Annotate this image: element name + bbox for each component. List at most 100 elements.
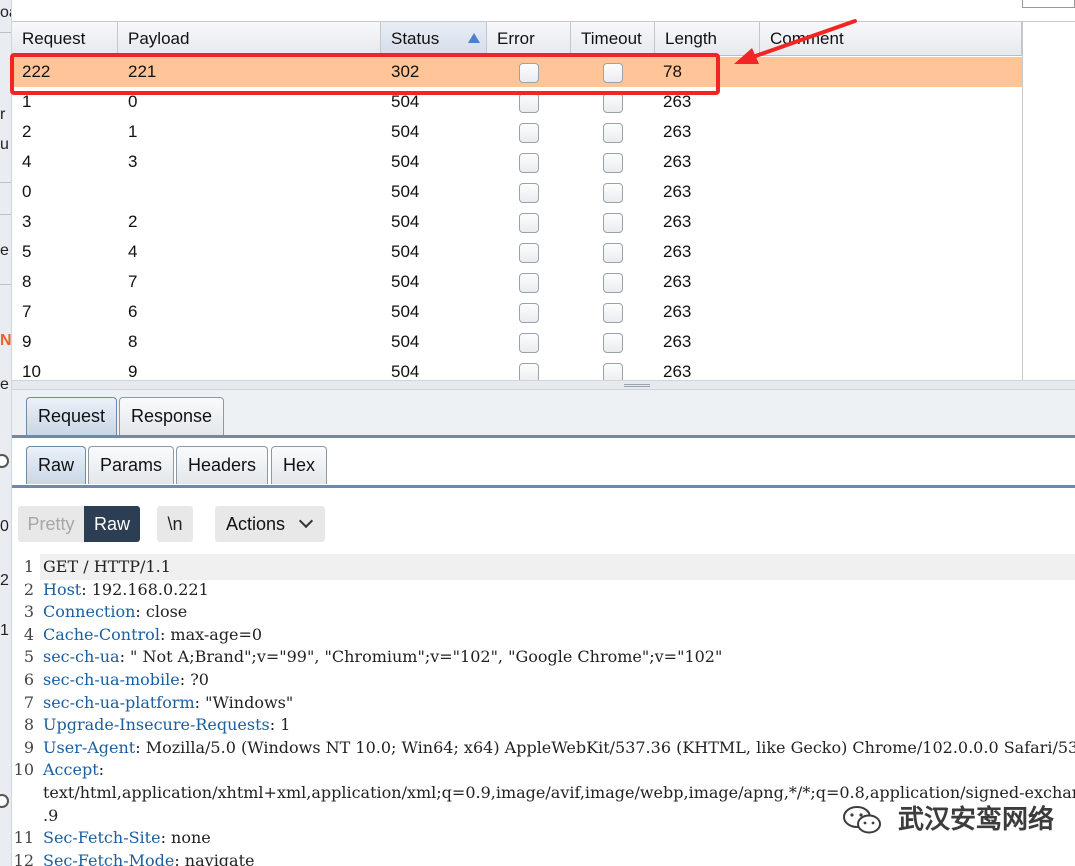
- strip-radio: [0, 454, 9, 468]
- raw-button[interactable]: Raw: [84, 506, 140, 542]
- header-value: :: [98, 760, 105, 780]
- cell-payload: 7: [128, 272, 138, 291]
- tab-params[interactable]: Params: [88, 446, 175, 484]
- column-header-timeout[interactable]: Timeout: [571, 22, 655, 56]
- cell-status: 504: [391, 182, 420, 201]
- error-checkbox[interactable]: [519, 153, 539, 173]
- timeout-checkbox[interactable]: [603, 93, 623, 113]
- timeout-checkbox[interactable]: [603, 213, 623, 233]
- table-row[interactable]: 0 504 263: [12, 177, 1022, 207]
- table-row[interactable]: 2 1 504 263: [12, 117, 1022, 147]
- tab-raw[interactable]: Raw: [26, 446, 87, 484]
- header-name: sec-ch-ua: [43, 647, 120, 667]
- error-checkbox[interactable]: [519, 303, 539, 323]
- cell-status: 504: [391, 332, 420, 351]
- cell-length: 263: [663, 242, 692, 261]
- line-number: 1: [23, 557, 34, 576]
- column-header-payload[interactable]: Payload: [118, 22, 381, 56]
- cell-request: 4: [22, 152, 32, 171]
- cell-status: 504: [391, 152, 420, 171]
- line-number: 12: [13, 850, 34, 866]
- error-checkbox[interactable]: [519, 93, 539, 113]
- strip-text: oa: [0, 4, 11, 21]
- cell-length: 263: [663, 122, 692, 141]
- column-header-status-label: Status: [391, 29, 440, 48]
- error-checkbox[interactable]: [519, 183, 539, 203]
- table-row[interactable]: 3 2 504 263: [12, 207, 1022, 237]
- line-number: 6: [23, 670, 34, 689]
- code-line: Connection: close: [43, 602, 187, 621]
- header-value: : 1: [269, 715, 291, 735]
- tab-hex[interactable]: Hex: [271, 446, 328, 484]
- header-value: : 192.168.0.221: [81, 579, 209, 599]
- timeout-checkbox[interactable]: [603, 123, 623, 143]
- header-name: sec-ch-ua-platform: [43, 692, 195, 712]
- column-header-request[interactable]: Request: [12, 22, 118, 56]
- tab-request[interactable]: Request: [26, 397, 118, 435]
- line-number: 8: [23, 715, 34, 735]
- cell-payload: 6: [128, 302, 138, 321]
- message-tabbar: Request Response: [12, 390, 1075, 438]
- pane-splitter[interactable]: [12, 380, 1075, 390]
- wechat-icon: [843, 806, 881, 834]
- code-line: Sec-Fetch-Site: none: [43, 828, 211, 847]
- cell-payload: 3: [128, 152, 138, 171]
- code-line: Upgrade-Insecure-Requests: 1: [43, 715, 290, 734]
- cell-status: 504: [391, 212, 420, 231]
- line-number: 2: [23, 579, 34, 599]
- timeout-checkbox[interactable]: [603, 243, 623, 263]
- request-editor[interactable]: GET / HTTP/1.1 Host: 192.168.0.221 Connect…: [12, 554, 1075, 866]
- cell-payload: 8: [128, 332, 138, 351]
- timeout-checkbox[interactable]: [603, 303, 623, 323]
- code-line: GET / HTTP/1.1: [43, 557, 171, 576]
- error-checkbox[interactable]: [519, 273, 539, 293]
- cell-payload: 1: [128, 122, 138, 141]
- timeout-checkbox[interactable]: [603, 153, 623, 173]
- timeout-checkbox[interactable]: [603, 183, 623, 203]
- error-checkbox[interactable]: [519, 333, 539, 353]
- timeout-checkbox[interactable]: [603, 273, 623, 293]
- pretty-button[interactable]: Pretty: [18, 506, 84, 542]
- top-scroll-box: [1022, 0, 1075, 8]
- header-name: Cache-Control: [43, 624, 160, 644]
- code-line: Cache-Control: max-age=0: [43, 625, 262, 644]
- cell-request: 0: [22, 182, 32, 201]
- strip-text: N: [0, 332, 12, 349]
- error-checkbox[interactable]: [519, 243, 539, 263]
- cell-length: 263: [663, 212, 692, 231]
- table-row[interactable]: 5 4 504 263: [12, 237, 1022, 267]
- strip-text: 0: [0, 518, 9, 535]
- strip-text: 2: [0, 572, 9, 589]
- table-row[interactable]: 9 8 504 263: [12, 327, 1022, 357]
- strip-radio: [0, 794, 9, 808]
- table-row[interactable]: 8 7 504 263: [12, 267, 1022, 297]
- cell-length: 263: [663, 152, 692, 171]
- current-line-highlight: [40, 554, 1075, 580]
- code-line: Accept:: [43, 760, 104, 779]
- tab-headers[interactable]: Headers: [176, 446, 269, 484]
- header-name: User-Agent: [43, 737, 136, 757]
- table-row[interactable]: 4 3 504 263: [12, 147, 1022, 177]
- column-header-status[interactable]: Status: [381, 22, 487, 56]
- error-checkbox[interactable]: [519, 123, 539, 143]
- chevron-down-icon: [298, 513, 314, 529]
- timeout-checkbox[interactable]: [603, 333, 623, 353]
- strip-text: e: [0, 376, 9, 393]
- error-checkbox[interactable]: [519, 213, 539, 233]
- sort-ascending-icon: [468, 33, 480, 43]
- background-window-strip: oa r u e N e 0 2 1: [0, 0, 12, 866]
- strip-text: 1: [0, 622, 9, 639]
- column-header-error[interactable]: Error: [487, 22, 571, 56]
- actions-dropdown[interactable]: Actions: [215, 506, 325, 542]
- newline-toggle-button[interactable]: \n: [157, 506, 193, 542]
- table-row[interactable]: 7 6 504 263: [12, 297, 1022, 327]
- header-value: : ?0: [179, 670, 209, 689]
- table-body: 222 221 302 78 1 0 504 263 2 1 504 263 4 3 504 263 0 504 2…: [12, 57, 1022, 386]
- header-value: : max-age=0: [159, 624, 263, 644]
- strip-divider: [0, 284, 11, 285]
- cell-request: 8: [22, 272, 32, 291]
- strip-divider: [0, 214, 11, 215]
- header-name: sec-ch-ua-mobile: [43, 670, 180, 689]
- splitter-grip-icon[interactable]: [624, 384, 650, 387]
- tab-response[interactable]: Response: [119, 397, 225, 435]
